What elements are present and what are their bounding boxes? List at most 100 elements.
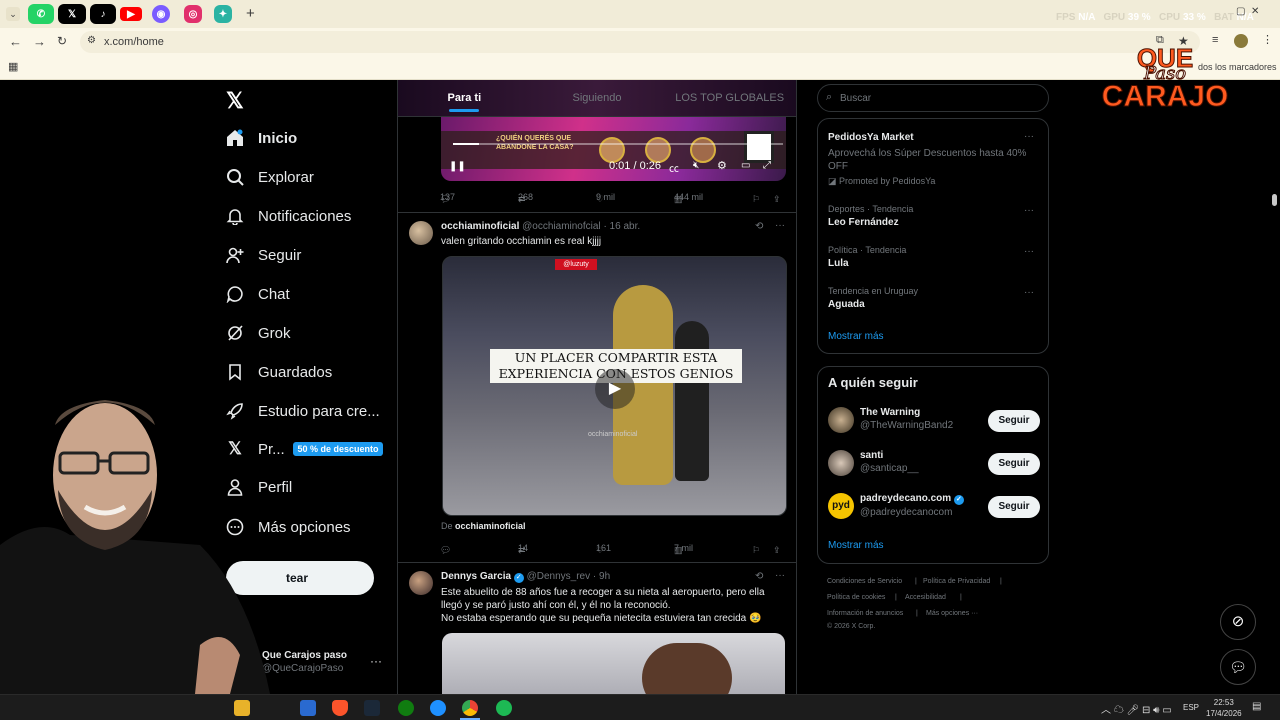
like-button[interactable]: ♡ 9 mil <box>596 192 615 204</box>
x-icon[interactable]: 𝕏 <box>58 4 86 24</box>
youtube-icon[interactable]: ▶ <box>120 7 142 21</box>
more-icon[interactable]: ··· <box>1024 131 1034 142</box>
avatar[interactable]: pyd <box>828 493 854 519</box>
menu-icon[interactable]: ⋮ <box>1262 33 1273 46</box>
app-icon[interactable] <box>300 700 316 716</box>
repost-button[interactable]: ⇄ 14 <box>518 543 528 555</box>
scrollbar-thumb[interactable] <box>1272 194 1277 206</box>
app-icon[interactable]: ✦ <box>214 5 232 23</box>
views-button[interactable]: ▥ 444 mil <box>674 192 703 204</box>
grok-icon[interactable]: ⟲ <box>755 571 763 582</box>
premium-discount-badge[interactable]: 50 % de descuento <box>293 442 383 456</box>
x-logo-icon[interactable]: 𝕏 <box>226 88 244 114</box>
apps-grid-icon[interactable]: ▦ <box>8 60 18 73</box>
post-more-icon[interactable]: ··· <box>775 570 785 581</box>
like-button[interactable]: ♡ 161 <box>596 543 611 555</box>
xbox-icon[interactable] <box>398 700 414 716</box>
ad-title[interactable]: PedidosYa Market <box>828 132 914 143</box>
post-author-name[interactable]: Dennys Garcia <box>441 571 511 582</box>
more-icon[interactable]: ··· <box>1024 246 1034 257</box>
post-author-handle[interactable]: @occhiaminofcial <box>522 221 601 232</box>
grok-icon[interactable]: ⊘ <box>1220 604 1256 640</box>
more-icon[interactable]: ··· <box>1024 205 1034 216</box>
show-more-link[interactable]: Mostrar más <box>828 540 884 551</box>
reply-button[interactable]: 💬︎ 137 <box>440 192 455 204</box>
mute-icon[interactable]: 🔇︎ <box>693 160 699 171</box>
video-source-link[interactable]: occhiaminoficial <box>455 521 526 531</box>
brave-icon[interactable] <box>332 700 348 716</box>
avatar[interactable] <box>409 221 433 245</box>
site-info-icon[interactable]: ⚙ <box>87 35 96 46</box>
grok-icon[interactable]: ⟲ <box>755 221 763 232</box>
follow-button[interactable]: Seguir <box>988 453 1040 475</box>
sidebar-item-chat[interactable]: Chat <box>226 279 290 309</box>
file-explorer-icon[interactable] <box>234 700 250 716</box>
video-player[interactable]: @luzuty UN PLACER COMPARTIR ESTA EXPERIE… <box>442 256 787 516</box>
avatar[interactable] <box>409 571 433 595</box>
video-player[interactable]: ¿QUIÉN QUERÉS QUE ABANDONE LA CASA? ❚❚ 0… <box>441 117 786 181</box>
views-button[interactable]: ▥ 7 mil <box>674 543 693 555</box>
suggested-user[interactable]: padreydecano.com ✓ @padreydecanocom <box>860 493 964 518</box>
clock[interactable]: 22:53 17/4/2026 <box>1206 697 1242 719</box>
tab-top-globales[interactable]: LOS TOP GLOBALES <box>663 80 796 116</box>
instagram-icon[interactable]: ◎ <box>184 5 202 23</box>
captions-icon[interactable]: ㏄ <box>669 160 679 175</box>
settings-icon[interactable]: ⚙ <box>717 159 727 172</box>
tray-icons[interactable]: ︿ ☁ 🎤︎ ⊟ 🔊︎ ▭ <box>1101 701 1172 716</box>
account-more-icon[interactable]: ··· <box>370 654 382 668</box>
sidebar-item-grok[interactable]: Grok <box>226 318 291 348</box>
account-switcher[interactable]: Que Carajos paso @QueCarajoPaso <box>262 650 347 674</box>
sidebar-item-guardados[interactable]: Guardados <box>226 357 332 387</box>
messages-icon[interactable]: 💬︎ <box>1220 649 1256 685</box>
profile-avatar-icon[interactable] <box>1234 34 1248 48</box>
new-tab-button[interactable]: + <box>246 5 255 22</box>
video-progress-bar[interactable] <box>453 143 783 145</box>
trend-item[interactable]: Deportes · Tendencia Leo Fernández <box>828 204 913 228</box>
avatar[interactable] <box>828 407 854 433</box>
avatar[interactable] <box>828 450 854 476</box>
play-icon[interactable]: ▶ <box>595 369 635 409</box>
post-more-icon[interactable]: ··· <box>775 220 785 231</box>
suggested-user[interactable]: santi @santicap__ <box>860 450 919 474</box>
sidebar-item-seguir[interactable]: Seguir <box>226 240 301 270</box>
trend-item[interactable]: Política · Tendencia Lula <box>828 245 906 269</box>
app-icon[interactable] <box>430 700 446 716</box>
post-author-handle[interactable]: @Dennys_rev <box>527 571 591 582</box>
trend-item[interactable]: Tendencia en Uruguay Aguada <box>828 286 918 310</box>
repost-button[interactable]: ⇄ 268 <box>518 192 533 204</box>
more-icon[interactable]: ··· <box>1024 287 1034 298</box>
language-indicator[interactable]: ESP <box>1183 703 1199 712</box>
reload-icon[interactable]: ↻ <box>57 34 67 48</box>
whatsapp-icon[interactable]: ✆ <box>28 4 54 24</box>
suggested-user[interactable]: The Warning @TheWarningBand2 <box>860 407 953 431</box>
follow-button[interactable]: Seguir <box>988 496 1040 518</box>
post-date[interactable]: · 9h <box>593 571 610 582</box>
pip-icon[interactable]: ▭ <box>741 160 750 171</box>
post-author-name[interactable]: occhiaminoficial <box>441 221 519 232</box>
notifications-icon[interactable]: ▤ <box>1252 701 1261 712</box>
tab-search-button[interactable]: ⌄ <box>6 7 20 21</box>
chrome-icon[interactable] <box>462 700 478 716</box>
search-input[interactable]: ⌕ Buscar <box>817 84 1049 112</box>
pause-icon[interactable]: ❚❚ <box>449 161 466 172</box>
tab-para-ti[interactable]: Para ti <box>398 80 531 116</box>
spotify-icon[interactable] <box>496 700 512 716</box>
tab-siguiendo[interactable]: Siguiendo <box>531 80 664 116</box>
forward-icon[interactable]: → <box>33 34 46 49</box>
post-image[interactable] <box>442 633 785 694</box>
fullscreen-icon[interactable]: ⤢ <box>763 160 771 171</box>
url-text[interactable]: x.com/home <box>104 36 164 48</box>
tiktok-icon[interactable]: ♪ <box>90 4 116 24</box>
sidebar-item-explorar[interactable]: Explorar <box>226 162 314 192</box>
steam-icon[interactable] <box>364 700 380 716</box>
back-icon[interactable]: ← <box>9 34 22 49</box>
follow-button[interactable]: Seguir <box>988 410 1040 432</box>
sidebar-item-notificaciones[interactable]: Notificaciones <box>226 201 351 231</box>
browser-icon[interactable]: ◉ <box>152 5 170 23</box>
reading-list-icon[interactable]: ≡ <box>1212 34 1218 46</box>
post-date[interactable]: · 16 abr. <box>603 221 640 232</box>
omnibox[interactable]: ⚙ x.com/home ⧉ ★ <box>80 31 1200 53</box>
window-controls[interactable]: ▢ ✕ <box>1236 6 1259 17</box>
show-more-link[interactable]: Mostrar más <box>828 331 884 342</box>
sidebar-item-inicio[interactable]: Inicio <box>226 123 297 153</box>
